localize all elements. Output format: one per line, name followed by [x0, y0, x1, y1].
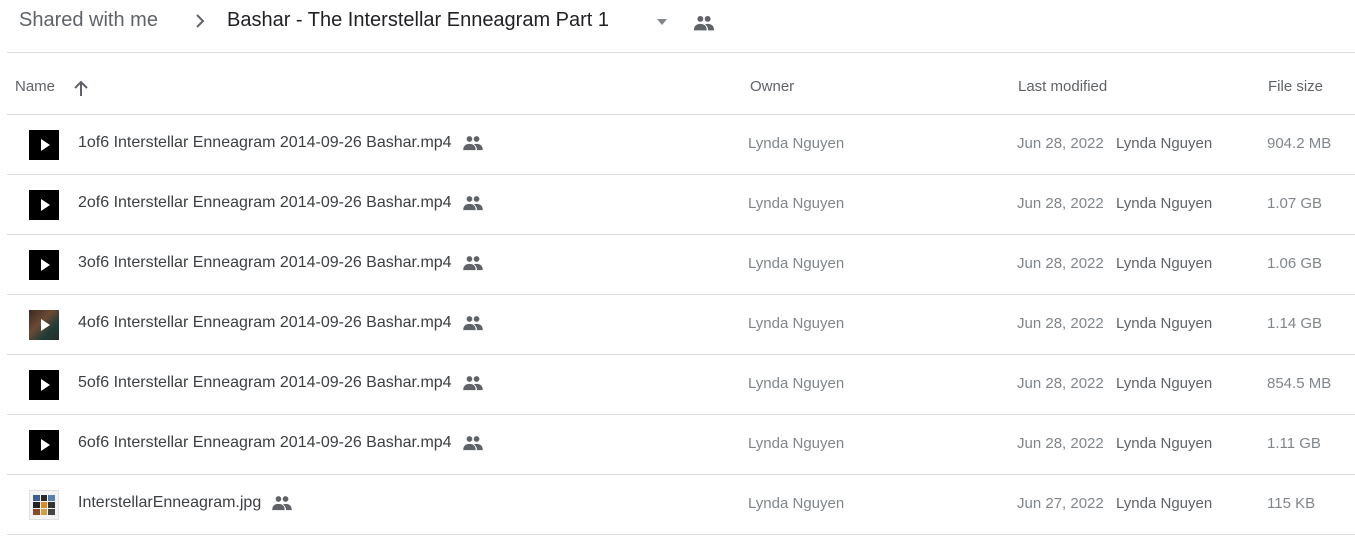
file-name[interactable]: 6of6 Interstellar Enneagram 2014-09-26 B… — [78, 434, 452, 452]
column-header-name[interactable]: Name — [15, 78, 55, 95]
file-thumbnail — [29, 490, 59, 520]
file-owner: Lynda Nguyen — [748, 255, 845, 272]
breadcrumb-current-folder[interactable]: Bashar - The Interstellar Enneagram Part… — [227, 9, 609, 32]
file-name[interactable]: 4of6 Interstellar Enneagram 2014-09-26 B… — [78, 314, 452, 332]
breadcrumb: Shared with me Bashar - The Interstellar… — [0, 0, 1355, 45]
file-row[interactable]: 4of6 Interstellar Enneagram 2014-09-26 B… — [7, 295, 1355, 355]
file-owner: Lynda Nguyen — [748, 135, 845, 152]
file-thumbnail — [29, 430, 59, 460]
file-owner: Lynda Nguyen — [748, 435, 845, 452]
file-thumbnail — [29, 370, 59, 400]
chevron-right-icon — [196, 14, 205, 28]
file-size: 854.5 MB — [1267, 375, 1332, 392]
file-modified-date: Jun 27, 2022 — [1017, 495, 1104, 512]
shared-people-icon — [272, 496, 292, 511]
header-divider — [7, 52, 1355, 53]
shared-people-icon[interactable] — [693, 14, 715, 32]
file-modified-date: Jun 28, 2022 — [1017, 435, 1104, 452]
shared-people-icon — [462, 376, 483, 391]
file-size: 1.07 GB — [1267, 195, 1323, 212]
file-modified-date: Jun 28, 2022 — [1017, 375, 1104, 392]
file-name[interactable]: 5of6 Interstellar Enneagram 2014-09-26 B… — [78, 374, 452, 392]
file-name[interactable]: 3of6 Interstellar Enneagram 2014-09-26 B… — [78, 254, 452, 272]
file-size: 1.14 GB — [1267, 315, 1323, 332]
breadcrumb-shared-with-me[interactable]: Shared with me — [19, 9, 158, 32]
file-thumbnail — [29, 130, 59, 160]
sort-ascending-arrow-icon[interactable] — [72, 80, 90, 98]
file-row[interactable]: 3of6 Interstellar Enneagram 2014-09-26 B… — [7, 235, 1355, 295]
play-icon — [40, 139, 50, 151]
play-icon — [40, 379, 50, 391]
file-owner: Lynda Nguyen — [748, 495, 845, 512]
file-modified-date: Jun 28, 2022 — [1017, 195, 1104, 212]
column-header-file-size[interactable]: File size — [1268, 78, 1323, 95]
image-thumbnail-icon — [33, 495, 55, 515]
file-owner: Lynda Nguyen — [748, 195, 845, 212]
file-modified-by: Lynda Nguyen — [1116, 495, 1213, 512]
column-header-last-modified[interactable]: Last modified — [1018, 78, 1107, 95]
file-row[interactable]: 5of6 Interstellar Enneagram 2014-09-26 B… — [7, 355, 1355, 415]
file-modified-by: Lynda Nguyen — [1116, 135, 1213, 152]
file-size: 1.06 GB — [1267, 255, 1323, 272]
file-modified-by: Lynda Nguyen — [1116, 375, 1213, 392]
play-icon — [40, 319, 50, 331]
dropdown-arrow-icon[interactable] — [655, 15, 669, 29]
play-icon — [40, 259, 50, 271]
file-owner: Lynda Nguyen — [748, 375, 845, 392]
file-owner: Lynda Nguyen — [748, 315, 845, 332]
file-modified-date: Jun 28, 2022 — [1017, 135, 1104, 152]
file-name[interactable]: 2of6 Interstellar Enneagram 2014-09-26 B… — [78, 194, 452, 212]
file-modified-by: Lynda Nguyen — [1116, 315, 1213, 332]
play-icon — [40, 439, 50, 451]
shared-people-icon — [462, 136, 483, 151]
file-modified-date: Jun 28, 2022 — [1017, 315, 1104, 332]
shared-people-icon — [462, 436, 483, 451]
file-modified-by: Lynda Nguyen — [1116, 435, 1213, 452]
file-size: 1.11 GB — [1267, 435, 1321, 452]
file-row[interactable]: 1of6 Interstellar Enneagram 2014-09-26 B… — [7, 115, 1355, 175]
file-row[interactable]: 2of6 Interstellar Enneagram 2014-09-26 B… — [7, 175, 1355, 235]
file-thumbnail — [29, 250, 59, 280]
file-modified-by: Lynda Nguyen — [1116, 255, 1213, 272]
shared-people-icon — [462, 196, 483, 211]
shared-people-icon — [462, 316, 483, 331]
file-size: 904.2 MB — [1267, 135, 1332, 152]
file-row[interactable]: InterstellarEnneagram.jpg Lynda Nguyen J… — [7, 475, 1355, 535]
file-modified-date: Jun 28, 2022 — [1017, 255, 1104, 272]
file-name[interactable]: 1of6 Interstellar Enneagram 2014-09-26 B… — [78, 134, 452, 152]
play-icon — [40, 199, 50, 211]
file-name[interactable]: InterstellarEnneagram.jpg — [78, 494, 261, 512]
file-row[interactable]: 6of6 Interstellar Enneagram 2014-09-26 B… — [7, 415, 1355, 475]
file-size: 115 KB — [1267, 495, 1316, 512]
file-modified-by: Lynda Nguyen — [1116, 195, 1213, 212]
file-list: 1of6 Interstellar Enneagram 2014-09-26 B… — [7, 115, 1355, 535]
file-thumbnail — [29, 310, 59, 340]
shared-people-icon — [462, 256, 483, 271]
column-header-owner[interactable]: Owner — [750, 78, 794, 95]
file-thumbnail — [29, 190, 59, 220]
